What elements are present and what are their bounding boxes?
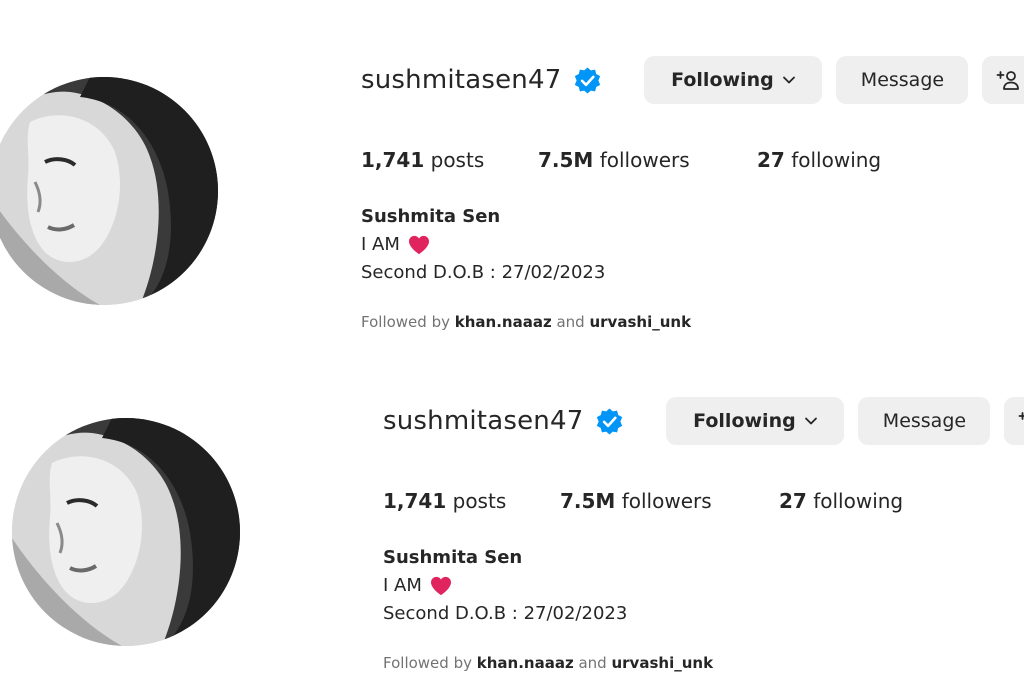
add-person-icon xyxy=(1019,412,1024,420)
chevron-down-icon xyxy=(782,76,795,84)
suggested-accounts-button[interactable] xyxy=(982,56,1024,104)
mutual-follower-link[interactable]: khan.naaaz xyxy=(455,313,552,331)
profile-stats: 1,741 posts 7.5M followers 27 following xyxy=(383,489,903,513)
following-button-label: Following xyxy=(671,69,774,91)
profile-avatar[interactable] xyxy=(0,77,218,305)
following-stat[interactable]: 27 following xyxy=(757,148,881,172)
message-button[interactable]: Message xyxy=(858,397,991,445)
bio-line-2: Second D.O.B : 27/02/2023 xyxy=(383,603,628,624)
username: sushmitasen47 xyxy=(383,406,584,436)
followed-by[interactable]: Followed by khan.naaaz and urvashi_unk xyxy=(383,654,713,672)
add-person-icon xyxy=(997,71,1020,90)
following-button[interactable]: Following xyxy=(644,56,823,104)
verified-badge-icon xyxy=(575,66,601,94)
username: sushmitasen47 xyxy=(361,65,562,95)
following-button-label: Following xyxy=(693,410,796,432)
bio-line-1: I AM xyxy=(361,234,430,255)
verified-badge-icon xyxy=(597,407,623,435)
following-button[interactable]: Following xyxy=(666,397,845,445)
profile-title-row: sushmitasen47 Following Message xyxy=(383,397,1024,445)
followers-stat[interactable]: 7.5M followers xyxy=(538,148,757,172)
message-button[interactable]: Message xyxy=(836,56,969,104)
profile-header: sushmitasen47 Following Message 1,741 po… xyxy=(0,0,1024,340)
bio-line-1: I AM xyxy=(383,575,452,596)
followed-by[interactable]: Followed by khan.naaaz and urvashi_unk xyxy=(361,313,691,331)
followers-stat[interactable]: 7.5M followers xyxy=(560,489,779,513)
red-heart-emoji xyxy=(430,576,451,595)
following-stat[interactable]: 27 following xyxy=(779,489,903,513)
chevron-down-icon xyxy=(804,417,817,425)
posts-stat: 1,741 posts xyxy=(361,148,485,172)
bio-line-2: Second D.O.B : 27/02/2023 xyxy=(361,262,606,283)
red-heart-emoji xyxy=(408,235,429,254)
profile-stats: 1,741 posts 7.5M followers 27 following xyxy=(361,148,881,172)
profile-header: sushmitasen47 Following Message 1,741 po… xyxy=(0,341,1024,681)
mutual-follower-link[interactable]: urvashi_unk xyxy=(611,654,713,672)
full-name: Sushmita Sen xyxy=(361,206,501,227)
posts-stat: 1,741 posts xyxy=(383,489,507,513)
full-name: Sushmita Sen xyxy=(383,547,523,568)
mutual-follower-link[interactable]: urvashi_unk xyxy=(589,313,691,331)
avatar-photo xyxy=(12,418,240,646)
suggested-accounts-button[interactable] xyxy=(1004,397,1024,445)
profile-avatar[interactable] xyxy=(12,418,240,646)
avatar-photo xyxy=(0,77,218,305)
profile-title-row: sushmitasen47 Following Message xyxy=(361,56,1024,104)
mutual-follower-link[interactable]: khan.naaaz xyxy=(477,654,574,672)
